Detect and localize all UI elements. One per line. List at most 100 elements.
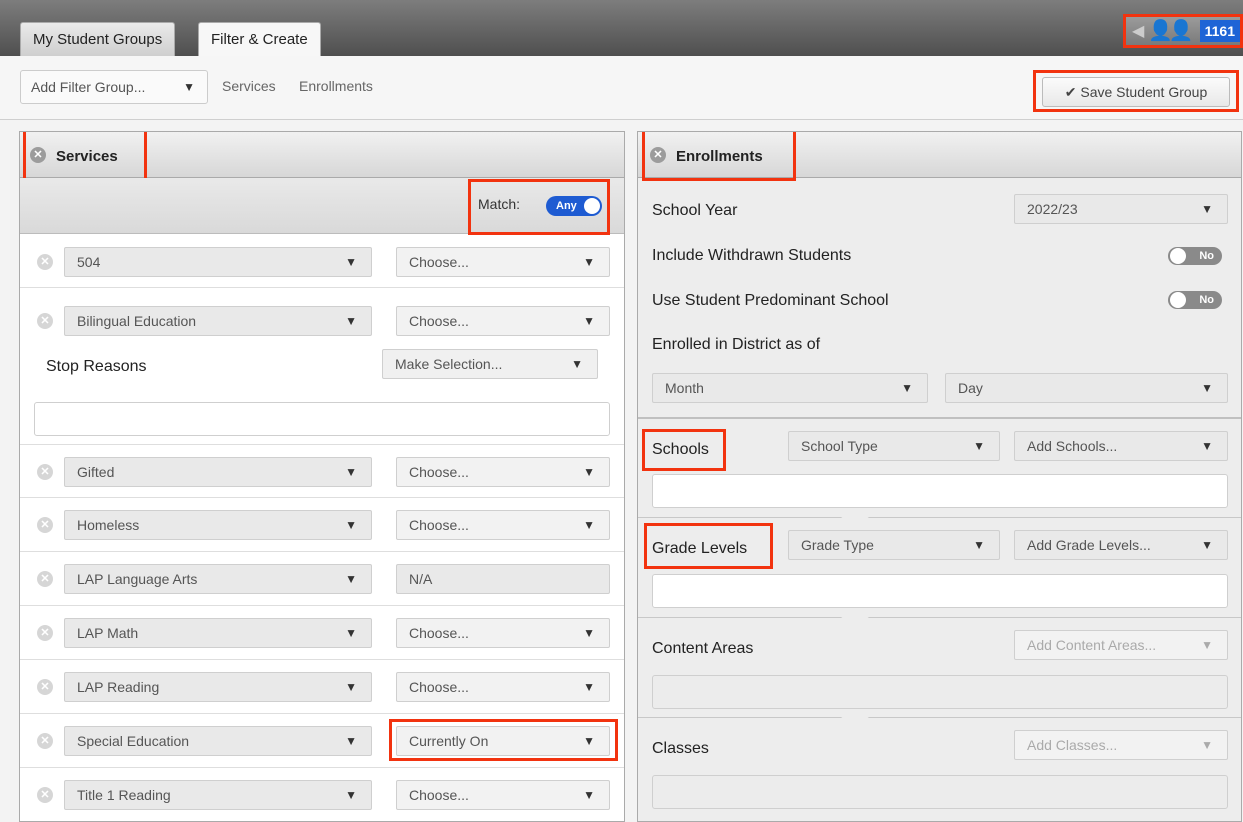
dropdown-arrow-icon: ▼ bbox=[583, 518, 595, 532]
content-areas-section: Content Areas Add Content Areas... ▼ bbox=[638, 617, 1241, 717]
service-row: ✕ Special Education ▼ Currently On ▼ bbox=[20, 714, 624, 768]
back-arrow-icon[interactable]: ◀ bbox=[1132, 21, 1144, 41]
stop-reasons-select[interactable]: Make Selection... ▼ bbox=[382, 349, 598, 379]
service-value: Homeless bbox=[77, 517, 140, 533]
content-areas-input[interactable] bbox=[652, 675, 1228, 709]
service-value: Title 1 Reading bbox=[77, 787, 171, 803]
predominant-value: No bbox=[1199, 294, 1214, 306]
toggle-knob bbox=[1170, 292, 1186, 308]
status-select[interactable]: Choose... ▼ bbox=[396, 247, 610, 277]
service-select[interactable]: LAP Language Arts ▼ bbox=[64, 564, 372, 594]
dropdown-arrow-icon: ▼ bbox=[345, 626, 357, 640]
status-select[interactable]: Choose... ▼ bbox=[396, 457, 610, 487]
service-row: ✕ LAP Reading ▼ Choose... ▼ bbox=[20, 660, 624, 714]
dropdown-arrow-icon: ▼ bbox=[1201, 538, 1213, 552]
enrollments-link[interactable]: Enrollments bbox=[299, 78, 373, 94]
dropdown-arrow-icon: ▼ bbox=[345, 255, 357, 269]
remove-row-icon[interactable]: ✕ bbox=[37, 625, 53, 641]
status-value: Choose... bbox=[409, 517, 469, 533]
school-year-value: 2022/23 bbox=[1027, 201, 1078, 217]
section-notch bbox=[841, 517, 869, 527]
service-value: Special Education bbox=[77, 733, 190, 749]
remove-row-icon[interactable]: ✕ bbox=[37, 254, 53, 270]
remove-row-icon[interactable]: ✕ bbox=[37, 679, 53, 695]
school-type-select[interactable]: School Type ▼ bbox=[788, 431, 1000, 461]
service-select[interactable]: Homeless ▼ bbox=[64, 510, 372, 540]
service-select[interactable]: 504 ▼ bbox=[64, 247, 372, 277]
status-select[interactable]: N/A bbox=[396, 564, 610, 594]
top-bar: My Student Groups Filter & Create ◀ 👤👤 1… bbox=[0, 0, 1243, 56]
service-select[interactable]: Gifted ▼ bbox=[64, 457, 372, 487]
services-link[interactable]: Services bbox=[222, 78, 276, 94]
student-count-widget[interactable]: ◀ 👤👤 1161 bbox=[1123, 14, 1243, 48]
remove-row-icon[interactable]: ✕ bbox=[37, 464, 53, 480]
grade-levels-highlight bbox=[644, 523, 773, 569]
dropdown-arrow-icon: ▼ bbox=[1201, 439, 1213, 453]
add-schools-select[interactable]: Add Schools... ▼ bbox=[1014, 431, 1228, 461]
save-button-label: Save Student Group bbox=[1080, 84, 1208, 100]
remove-row-icon[interactable]: ✕ bbox=[37, 733, 53, 749]
status-select[interactable]: Choose... ▼ bbox=[396, 618, 610, 648]
day-select[interactable]: Day ▼ bbox=[945, 373, 1228, 403]
status-select[interactable]: Choose... ▼ bbox=[396, 510, 610, 540]
service-value: 504 bbox=[77, 254, 101, 270]
month-select[interactable]: Month ▼ bbox=[652, 373, 928, 403]
school-year-select[interactable]: 2022/23 ▼ bbox=[1014, 194, 1228, 224]
service-row: ✕ Bilingual Education ▼ Choose... ▼ Stop R… bbox=[20, 288, 624, 445]
service-select[interactable]: Special Education ▼ bbox=[64, 726, 372, 756]
add-content-areas-select[interactable]: Add Content Areas... ▼ bbox=[1014, 630, 1228, 660]
tab-filter-create[interactable]: Filter & Create bbox=[198, 22, 321, 56]
service-select[interactable]: LAP Math ▼ bbox=[64, 618, 372, 648]
grade-type-select[interactable]: Grade Type ▼ bbox=[788, 530, 1000, 560]
classes-label: Classes bbox=[652, 740, 709, 757]
service-select[interactable]: LAP Reading ▼ bbox=[64, 672, 372, 702]
remove-row-icon[interactable]: ✕ bbox=[37, 787, 53, 803]
filter-toolbar: Add Filter Group... ▼ Services Enrollmen… bbox=[0, 56, 1243, 120]
dropdown-arrow-icon: ▼ bbox=[345, 518, 357, 532]
service-select[interactable]: Title 1 Reading ▼ bbox=[64, 780, 372, 810]
day-value: Day bbox=[958, 380, 983, 396]
add-grade-levels-value: Add Grade Levels... bbox=[1027, 537, 1151, 553]
dropdown-arrow-icon: ▼ bbox=[1201, 381, 1213, 395]
status-highlight bbox=[389, 719, 618, 761]
service-value: LAP Language Arts bbox=[77, 571, 198, 587]
service-row: ✕ LAP Math ▼ Choose... ▼ bbox=[20, 606, 624, 660]
tab-my-student-groups[interactable]: My Student Groups bbox=[20, 22, 176, 56]
remove-row-icon[interactable]: ✕ bbox=[37, 517, 53, 533]
remove-row-icon[interactable]: ✕ bbox=[37, 313, 53, 329]
service-value: LAP Math bbox=[77, 625, 139, 641]
classes-input[interactable] bbox=[652, 775, 1228, 809]
dropdown-arrow-icon: ▼ bbox=[973, 439, 985, 453]
service-row: ✕ Title 1 Reading ▼ Choose... ▼ bbox=[20, 768, 624, 821]
school-type-value: School Type bbox=[801, 438, 878, 454]
content-areas-label: Content Areas bbox=[652, 640, 754, 657]
add-filter-group-dropdown[interactable]: Add Filter Group... ▼ bbox=[20, 70, 208, 104]
predominant-label: Use Student Predominant School bbox=[652, 292, 889, 309]
remove-row-icon[interactable]: ✕ bbox=[37, 571, 53, 587]
predominant-toggle[interactable]: No bbox=[1168, 291, 1222, 309]
add-filter-group-label: Add Filter Group... bbox=[31, 79, 146, 95]
month-value: Month bbox=[665, 380, 704, 396]
withdrawn-toggle[interactable]: No bbox=[1168, 247, 1222, 265]
service-select[interactable]: Bilingual Education ▼ bbox=[64, 306, 372, 336]
status-value: N/A bbox=[409, 571, 433, 587]
add-grade-levels-select[interactable]: Add Grade Levels... ▼ bbox=[1014, 530, 1228, 560]
status-select[interactable]: Choose... ▼ bbox=[396, 672, 610, 702]
dropdown-arrow-icon: ▼ bbox=[345, 314, 357, 328]
status-select[interactable]: Choose... ▼ bbox=[396, 780, 610, 810]
service-value: Gifted bbox=[77, 464, 115, 480]
add-classes-value: Add Classes... bbox=[1027, 737, 1118, 753]
dropdown-arrow-icon: ▼ bbox=[973, 538, 985, 552]
dropdown-arrow-icon: ▼ bbox=[583, 255, 595, 269]
service-row: ✕ Homeless ▼ Choose... ▼ bbox=[20, 498, 624, 552]
status-select[interactable]: Choose... ▼ bbox=[396, 306, 610, 336]
dropdown-arrow-icon: ▼ bbox=[345, 680, 357, 694]
schools-input[interactable] bbox=[652, 474, 1228, 508]
save-student-group-button[interactable]: ✔ Save Student Group bbox=[1042, 77, 1230, 107]
stop-reasons-input[interactable] bbox=[34, 402, 610, 436]
dropdown-arrow-icon: ▼ bbox=[583, 626, 595, 640]
dropdown-arrow-icon: ▼ bbox=[345, 734, 357, 748]
save-highlight: ✔ Save Student Group bbox=[1033, 70, 1239, 112]
add-classes-select[interactable]: Add Classes... ▼ bbox=[1014, 730, 1228, 760]
grade-levels-input[interactable] bbox=[652, 574, 1228, 608]
